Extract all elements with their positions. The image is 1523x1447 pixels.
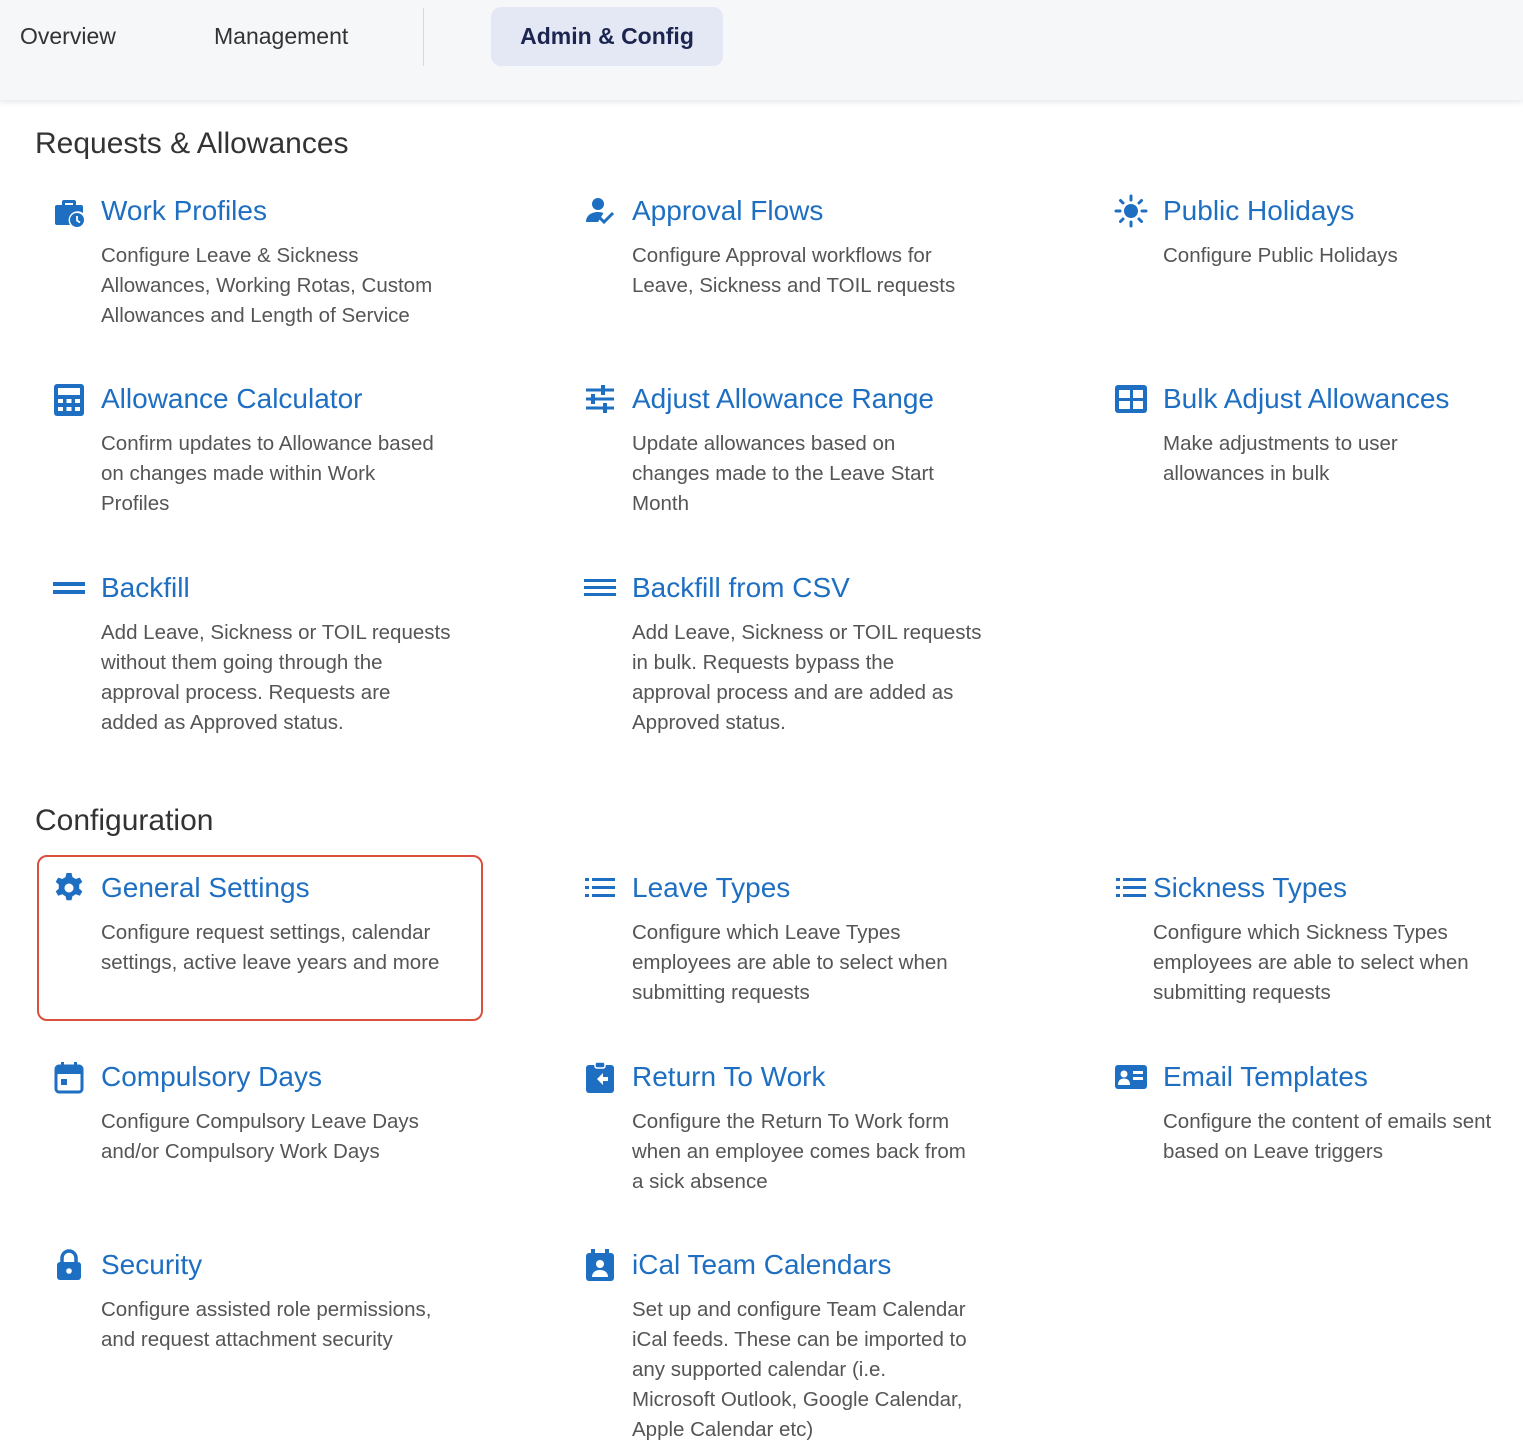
adjust-allowance-range-link[interactable]: Adjust Allowance Range xyxy=(632,382,934,416)
backfill-csv-description: Add Leave, Sickness or TOIL requests in … xyxy=(632,621,982,734)
sun-icon xyxy=(1114,194,1148,228)
person-check-icon xyxy=(583,194,617,228)
tab-management[interactable]: Management xyxy=(214,7,348,66)
allowance-calculator-link[interactable]: Allowance Calculator xyxy=(101,382,362,416)
sickness-types-description: Configure which Sickness Types employees… xyxy=(1153,921,1469,1004)
general-settings-description: Configure request settings, calendar set… xyxy=(101,921,440,974)
compulsory-days-link[interactable]: Compulsory Days xyxy=(101,1060,322,1094)
section-title-requests-allowances: Requests & Allowances xyxy=(35,127,349,160)
adjust-allowance-range-description: Update allowances based on changes made … xyxy=(632,432,935,515)
approval-flows-description: Configure Approval workflows for Leave, … xyxy=(632,244,956,297)
lock-icon xyxy=(52,1248,86,1282)
ical-team-calendars-description: Set up and configure Team Calendar iCal … xyxy=(632,1298,967,1441)
equals-icon xyxy=(52,571,86,605)
return-to-work-link[interactable]: Return To Work xyxy=(632,1060,825,1094)
email-templates-link[interactable]: Email Templates xyxy=(1163,1060,1368,1094)
calculator-icon xyxy=(52,382,86,416)
public-holidays-description: Configure Public Holidays xyxy=(1163,244,1398,267)
contact-card-icon xyxy=(1114,1060,1148,1094)
calendar-icon xyxy=(52,1060,86,1094)
return-to-work-description: Configure the Return To Work form when a… xyxy=(632,1110,966,1193)
compulsory-days-description: Configure Compulsory Leave Days and/or C… xyxy=(101,1110,419,1163)
tab-admin-config[interactable]: Admin & Config xyxy=(491,7,723,66)
top-navigation: Overview Management Admin & Config xyxy=(0,0,1523,100)
general-settings-link[interactable]: General Settings xyxy=(101,871,310,905)
backfill-description: Add Leave, Sickness or TOIL requests wit… xyxy=(101,621,451,734)
grid-table-icon xyxy=(1114,382,1148,416)
work-profiles-description: Configure Leave & Sickness Allowances, W… xyxy=(101,244,433,327)
sickness-types-link[interactable]: Sickness Types xyxy=(1153,871,1347,905)
email-templates-description: Configure the content of emails sent bas… xyxy=(1163,1110,1492,1163)
bulleted-list-icon xyxy=(1114,871,1148,905)
backfill-csv-link[interactable]: Backfill from CSV xyxy=(632,571,850,605)
security-description: Configure assisted role permissions, and… xyxy=(101,1298,432,1351)
bulleted-list-icon xyxy=(583,871,617,905)
allowance-calculator-description: Confirm updates to Allowance based on ch… xyxy=(101,432,434,515)
public-holidays-link[interactable]: Public Holidays xyxy=(1163,194,1354,228)
briefcase-clock-icon xyxy=(52,194,86,228)
bulk-adjust-allowances-link[interactable]: Bulk Adjust Allowances xyxy=(1163,382,1449,416)
sliders-icon xyxy=(583,382,617,416)
approval-flows-link[interactable]: Approval Flows xyxy=(632,194,823,228)
calendar-person-icon xyxy=(583,1248,617,1282)
tab-divider xyxy=(423,8,424,66)
clipboard-return-icon xyxy=(583,1060,617,1094)
work-profiles-link[interactable]: Work Profiles xyxy=(101,194,267,228)
tab-overview[interactable]: Overview xyxy=(20,7,116,66)
ical-team-calendars-link[interactable]: iCal Team Calendars xyxy=(632,1248,891,1282)
gear-icon xyxy=(52,871,86,905)
section-title-configuration: Configuration xyxy=(35,804,214,837)
menu-lines-icon xyxy=(583,571,617,605)
leave-types-link[interactable]: Leave Types xyxy=(632,871,790,905)
bulk-adjust-allowances-description: Make adjustments to user allowances in b… xyxy=(1163,432,1398,485)
security-link[interactable]: Security xyxy=(101,1248,202,1282)
backfill-link[interactable]: Backfill xyxy=(101,571,190,605)
leave-types-description: Configure which Leave Types employees ar… xyxy=(632,921,948,1004)
